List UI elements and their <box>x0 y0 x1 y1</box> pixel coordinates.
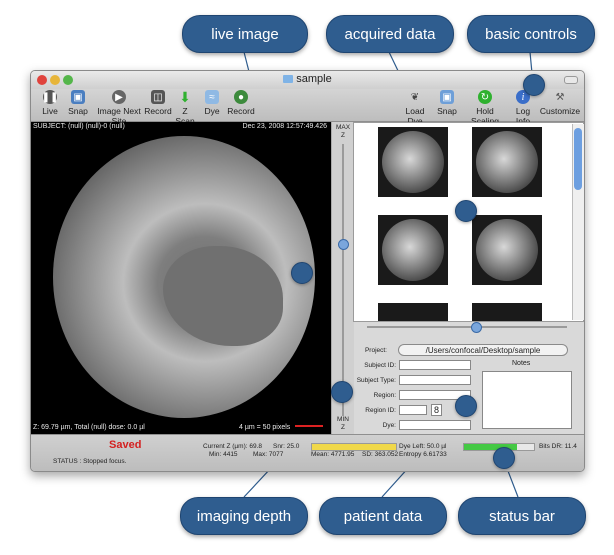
thumbnail-3[interactable] <box>378 215 448 285</box>
tissue-region <box>163 246 283 346</box>
customize-button[interactable]: ⚒ Customize <box>539 90 581 117</box>
max-value: Max: 7077 <box>253 451 284 458</box>
live-button[interactable]: ❚❚ Live <box>37 90 63 116</box>
patient-data-marker <box>455 395 477 417</box>
subject-id-field[interactable] <box>399 360 471 370</box>
dye-button[interactable]: ≈ Dye <box>201 90 223 116</box>
max-z-label: MAX Z <box>335 124 351 139</box>
imaging-depth-marker <box>331 381 353 403</box>
image-icon: ▣ <box>440 90 454 104</box>
region-id-field[interactable] <box>399 405 427 415</box>
record-button-label: Record <box>144 106 172 116</box>
tools-icon: ⚒ <box>555 91 565 103</box>
imaging-depth-callout: imaging depth <box>180 497 308 535</box>
scale-text: 4 µm = 50 pixels <box>239 424 291 431</box>
thumbnail-zoom-slider[interactable] <box>367 322 567 333</box>
timestamp-overlay: Dec 23, 2008 12:57:49.426 <box>242 123 327 130</box>
pipette-icon: ❦ <box>410 91 420 103</box>
snap-button[interactable]: ▣ Snap <box>65 90 91 116</box>
scale-bar <box>295 425 324 427</box>
next-site-icon: ▶ <box>112 90 126 104</box>
saved-indicator: Saved <box>109 439 142 451</box>
dye-label: Dye <box>204 106 220 116</box>
pause-icon: ❚❚ <box>41 90 59 104</box>
title-bar: sample <box>31 71 584 90</box>
sd-value: SD: 363.052 <box>362 451 399 458</box>
microscope-field <box>53 136 315 418</box>
status-bar-marker <box>493 447 515 469</box>
snap-button-label: Snap <box>68 106 88 116</box>
scrollbar-thumb[interactable] <box>574 128 582 190</box>
status-message: STATUS : Stopped focus. <box>53 458 127 465</box>
down-arrow-icon: ⬇ <box>179 88 191 105</box>
depth-overlay: Z: 69.79 µm, Total (null) dose: 0.0 µl <box>33 424 145 431</box>
acquired-data-pane <box>353 122 584 322</box>
bits-dr-value: Bits DR: 11.4 <box>539 443 577 450</box>
thumbnail-5[interactable] <box>378 303 448 321</box>
notes-area[interactable] <box>482 371 572 429</box>
dye-field-label: Dye: <box>382 422 396 429</box>
record-globe-label: Record <box>227 106 255 116</box>
record-button[interactable]: ◫ Record <box>144 90 172 116</box>
basic-controls-callout: basic controls <box>467 15 595 53</box>
patient-data-callout: patient data <box>319 497 447 535</box>
folder-icon <box>283 75 294 83</box>
acquired-data-marker <box>455 200 477 222</box>
mean-value: Mean: 4771.95 <box>311 451 355 458</box>
depth-track[interactable] <box>342 144 344 416</box>
thumbnail-1[interactable] <box>378 127 448 197</box>
snap-right-button[interactable]: ▣ Snap <box>436 90 458 116</box>
live-image-callout: live image <box>182 15 308 53</box>
snap-right-label: Snap <box>437 106 457 116</box>
min-value: Min: 4415 <box>209 451 238 458</box>
thumbnail-4[interactable] <box>472 215 542 285</box>
dye-left-value: Dye Left: 50.0 µl <box>399 443 447 450</box>
acquired-data-callout: acquired data <box>326 15 454 53</box>
record-globe-button[interactable]: ● Record <box>227 90 255 116</box>
subject-id-label: Subject ID: <box>364 362 396 369</box>
dye-icon: ≈ <box>205 90 219 104</box>
region-id-label: Region ID: <box>365 407 396 414</box>
entropy-value: Entropy 6.61733 <box>399 451 447 458</box>
camera-icon: ▣ <box>71 90 85 104</box>
status-bar-callout: status bar <box>458 497 586 535</box>
scale-overlay: 4 µm = 50 pixels <box>239 424 324 431</box>
subject-overlay: SUBJECT: (null) (null)-0 (null) <box>33 123 125 130</box>
live-button-label: Live <box>42 106 58 116</box>
z-scan-button[interactable]: ⬇ Z Scan <box>172 88 198 127</box>
load-dye-button[interactable]: ❦ Load Dye <box>399 90 431 127</box>
intensity-bar <box>311 443 397 451</box>
region-id-stepper[interactable]: 8 <box>431 404 443 416</box>
depth-slider-knob[interactable] <box>338 239 349 250</box>
hold-scaling-button[interactable]: ↻ Hold Scaling <box>463 90 507 126</box>
live-image-marker <box>291 262 313 284</box>
thumbnail-2[interactable] <box>472 127 542 197</box>
toolbar: ❚❚ Live ▣ Snap ▶ Image Next Site ◫ Recor… <box>31 89 584 126</box>
thumbnail-6[interactable] <box>472 303 542 321</box>
dye-field[interactable] <box>399 420 471 430</box>
project-path-field[interactable]: /Users/confocal/Desktop/sample <box>398 344 568 356</box>
record-icon: ◫ <box>151 90 165 104</box>
live-image-viewer[interactable]: SUBJECT: (null) (null)-0 (null) Dec 23, … <box>31 122 331 434</box>
image-next-site-button[interactable]: ▶ Image Next Site <box>91 90 147 126</box>
scaling-icon: ↻ <box>478 90 492 104</box>
snr-value: Snr: 25.0 <box>273 443 300 450</box>
toolbar-toggle-button[interactable] <box>564 76 578 84</box>
current-z-value: Current Z (µm): 69.8 <box>203 443 263 450</box>
zoom-slider-knob[interactable] <box>471 322 482 333</box>
window-title: sample <box>31 73 584 85</box>
customize-label: Customize <box>539 106 581 116</box>
globe-icon: ● <box>234 90 248 104</box>
notes-label: Notes <box>512 360 531 367</box>
basic-controls-marker <box>523 74 545 96</box>
thumbnail-scrollbar[interactable] <box>572 124 584 320</box>
subject-type-field[interactable] <box>399 375 471 385</box>
project-label: Project: <box>364 347 387 354</box>
